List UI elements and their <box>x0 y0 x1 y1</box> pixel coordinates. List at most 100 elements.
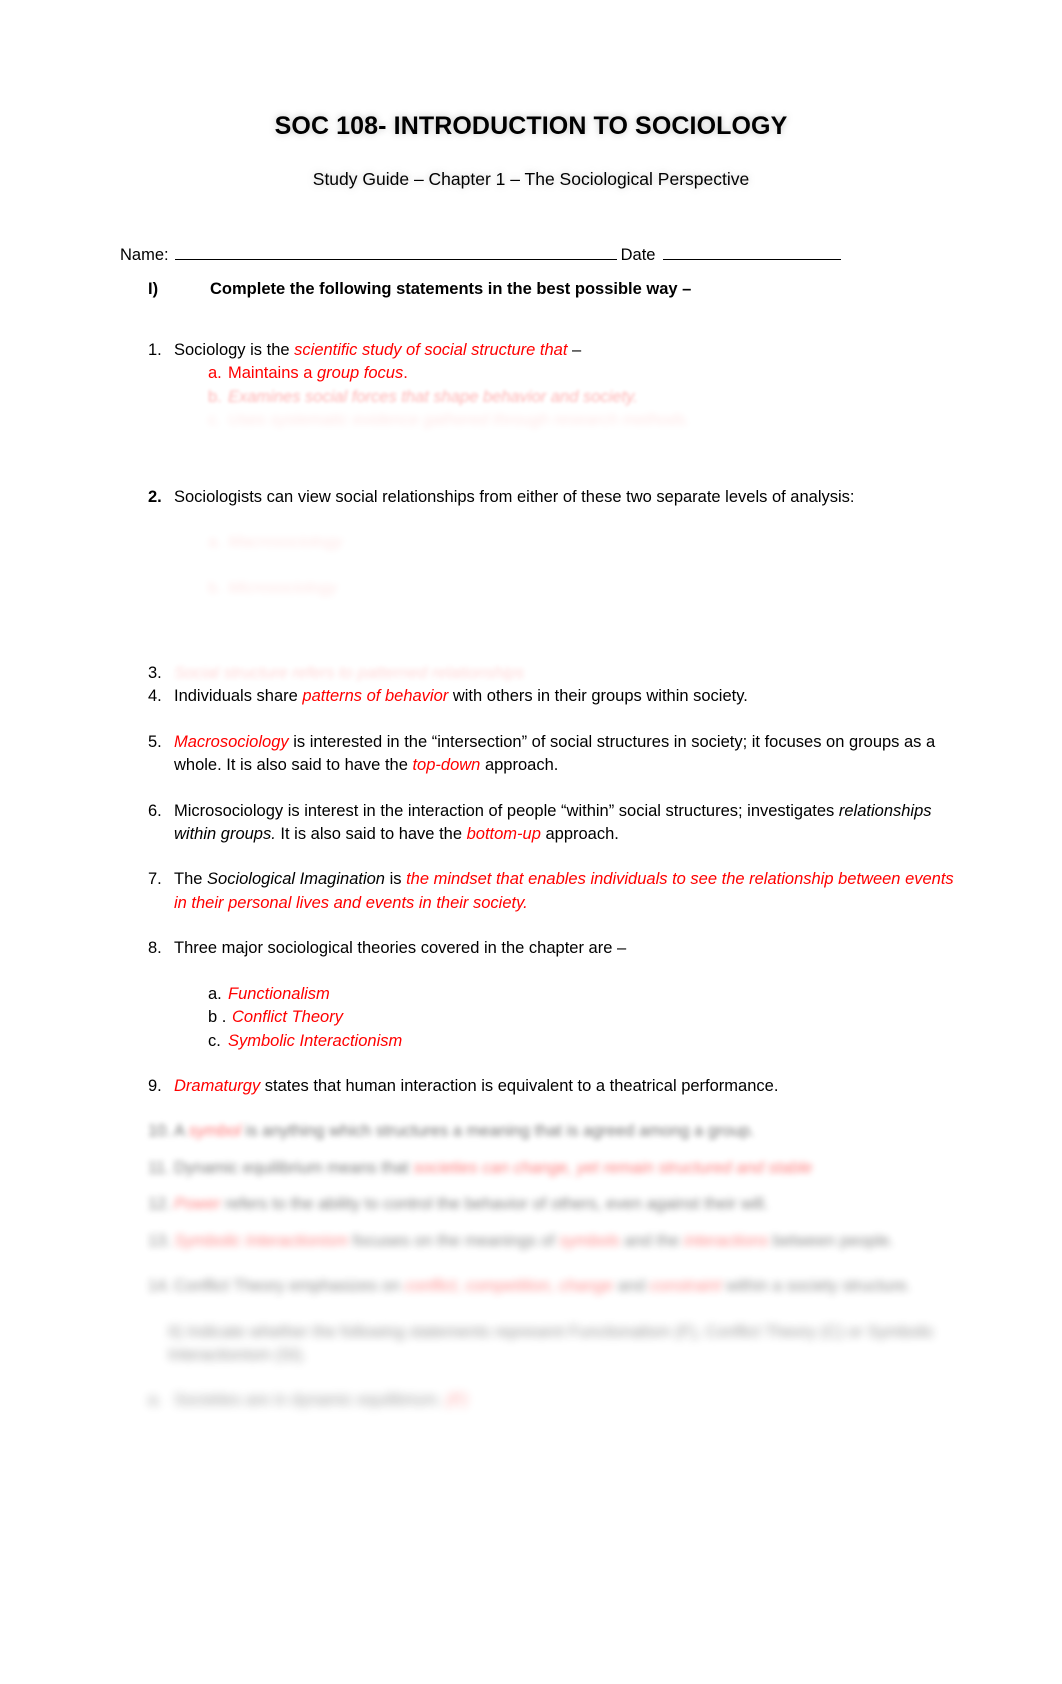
item-1a-answer: group focus <box>316 364 404 383</box>
item-5-text: Macrosociology is interested in the “int… <box>174 731 962 778</box>
list-item-10: 10. A symbol is anything which structure… <box>0 1120 1062 1143</box>
item-7-lead: The <box>174 870 208 889</box>
item-12-number: 12. <box>148 1195 171 1214</box>
item-1a-lead: Maintains a <box>228 364 317 383</box>
section-2-instruction: II) Indicate whether the following state… <box>168 1322 935 1364</box>
item-14-answer-1: conflict, competition, change <box>404 1277 614 1296</box>
item-14-lead: Conflict Theory emphasizes on <box>174 1277 405 1296</box>
item-1a-letter: a. <box>208 364 222 383</box>
item-13-mid-1: focuses on the meanings of <box>348 1231 560 1250</box>
item-2a-text: Macrosociology <box>228 533 343 552</box>
item-8b-letter: b . <box>208 1008 227 1027</box>
item-12-answer: Power <box>174 1195 221 1214</box>
item-1-text: Sociology is the scientific study of soc… <box>174 339 962 362</box>
section-numeral: I) <box>148 280 159 298</box>
list-item-5: 5. Macrosociology is interested in the “… <box>0 731 1062 778</box>
item-13-answer-2: symbols <box>559 1231 620 1250</box>
list-item-8b: b . Conflict Theory <box>0 1006 1062 1029</box>
name-input-rule[interactable] <box>174 245 617 260</box>
list-item-1: 1. Sociology is the scientific study of … <box>0 339 1062 362</box>
document-body: I) Complete the following statements in … <box>0 280 1062 1413</box>
list-item-8a: a. Functionalism <box>0 983 1062 1006</box>
item-2-text: Sociologists can view social relationshi… <box>174 487 855 506</box>
item-8-number: 8. <box>148 939 162 958</box>
item-10-answer: symbol <box>188 1122 241 1141</box>
item-4-lead: Individuals share <box>174 687 303 706</box>
item-1b-letter: b. <box>208 387 222 406</box>
item-2b-text: Microsociology <box>228 578 338 597</box>
page-subtitle: Study Guide – Chapter 1 – The Sociologic… <box>312 169 750 189</box>
list-item-7: 7. The Sociological Imagination is the m… <box>0 868 1062 915</box>
item-13-mid-2: and the <box>619 1231 684 1250</box>
list-item-6: 6. Microsociology is interest in the int… <box>0 800 1062 847</box>
item-14-text: Conflict Theory emphasizes on conflict, … <box>174 1275 962 1298</box>
item-1c-letter: c. <box>208 411 221 430</box>
section-heading: I) Complete the following statements in … <box>0 280 1062 299</box>
list-item-14: 14. Conflict Theory emphasizes on confli… <box>0 1275 1062 1298</box>
list-item-2b: b. Microsociology <box>0 577 1062 600</box>
item-2-number: 2. <box>148 487 162 506</box>
item-1a-trail: . <box>403 364 408 383</box>
item-14-answer-2: constraint <box>649 1277 722 1296</box>
item-12-text: Power refers to the ability to control t… <box>174 1193 962 1216</box>
item-9-answer: Dramaturgy <box>174 1077 261 1096</box>
item-3-answer: Social structure refers to patterned rel… <box>174 663 525 682</box>
item-2b-letter: b. <box>208 578 222 597</box>
item-7-mid: is <box>384 870 407 889</box>
item-13-text: Symbolic Interactionism focuses on the m… <box>174 1230 962 1253</box>
item-15-text: Societies are in dynamic equilibrium. (F… <box>174 1389 962 1412</box>
item-8a-answer: Functionalism <box>228 984 330 1003</box>
item-11-text: Dynamic equilibrium means that societies… <box>174 1157 962 1180</box>
item-6-mid: It is also said to have the <box>275 825 467 844</box>
item-15-answer: (F) <box>446 1391 468 1410</box>
item-4-trail: with others in their groups within socie… <box>448 687 748 706</box>
item-15-number: a. <box>148 1391 162 1410</box>
item-13-answer-1: Symbolic Interactionism <box>174 1231 349 1250</box>
item-5-trail: approach. <box>480 756 559 775</box>
item-2a-letter: a. <box>208 533 222 552</box>
list-item-2: 2. Sociologists can view social relation… <box>0 486 1062 509</box>
list-item-1b: b. Examines social forces that shape beh… <box>0 386 1062 409</box>
item-4-number: 4. <box>148 687 162 706</box>
item-9-trail: states that human interaction is equival… <box>260 1077 779 1096</box>
item-6-answer: bottom-up <box>466 825 541 844</box>
item-14-number: 14. <box>148 1277 171 1296</box>
item-9-number: 9. <box>148 1077 162 1096</box>
item-13-answer-3: interactions <box>683 1231 769 1250</box>
item-13-number: 13. <box>148 1231 171 1250</box>
item-6-lead: Microsociology is interest in the intera… <box>174 801 839 820</box>
page-title: SOC 108- INTRODUCTION TO SOCIOLOGY <box>274 112 788 140</box>
item-14-trail: within a society structure. <box>721 1277 912 1296</box>
list-item-13: 13. Symbolic Interactionism focuses on t… <box>0 1230 1062 1253</box>
item-10-lead: A <box>174 1122 189 1141</box>
item-15-lead: Societies are in dynamic equilibrium. <box>174 1391 447 1410</box>
item-5-answer-1: Macrosociology <box>174 732 289 751</box>
list-item-8: 8. Three major sociological theories cov… <box>0 937 1062 960</box>
item-5-answer-2: top-down <box>412 756 481 775</box>
item-8a-letter: a. <box>208 984 222 1003</box>
item-4-text: Individuals share patterns of behavior w… <box>174 685 962 708</box>
item-1-answer: scientific study of social structure tha… <box>294 341 568 359</box>
name-date-row: Name: Date <box>120 245 980 265</box>
item-1-trail: – <box>567 341 582 359</box>
date-input-rule[interactable] <box>663 245 842 260</box>
list-item-1a: a. Maintains a group focus. <box>0 362 1062 385</box>
list-item-8c: c. Symbolic Interactionism <box>0 1030 1062 1053</box>
item-5-number: 5. <box>148 732 162 751</box>
document-page: SOC 108- INTRODUCTION TO SOCIOLOGY Study… <box>0 0 1062 1684</box>
item-7-term: Sociological Imagination <box>207 870 385 889</box>
item-10-number: 10. <box>148 1122 171 1141</box>
item-8b-answer: Conflict Theory <box>232 1008 343 1027</box>
item-10-trail: is anything which structures a meaning t… <box>240 1122 755 1141</box>
item-6-text: Microsociology is interest in the intera… <box>174 800 962 847</box>
item-8c-answer: Symbolic Interactionism <box>228 1031 403 1050</box>
item-13-trail: between people. <box>768 1231 895 1250</box>
item-1b-text: Examines social forces that shape behavi… <box>228 387 638 406</box>
section-heading-text: Complete the following statements in the… <box>210 280 692 298</box>
item-9-text: Dramaturgy states that human interaction… <box>174 1075 962 1098</box>
date-label: Date <box>620 246 656 264</box>
item-1c-text: Uses systematic evidence gathered throug… <box>228 411 691 430</box>
list-item-3: 3. Social structure refers to patterned … <box>0 662 1062 685</box>
list-item-1c: c. Uses systematic evidence gathered thr… <box>0 409 1062 432</box>
item-11-answer: societies can change, yet remain structu… <box>413 1158 813 1177</box>
